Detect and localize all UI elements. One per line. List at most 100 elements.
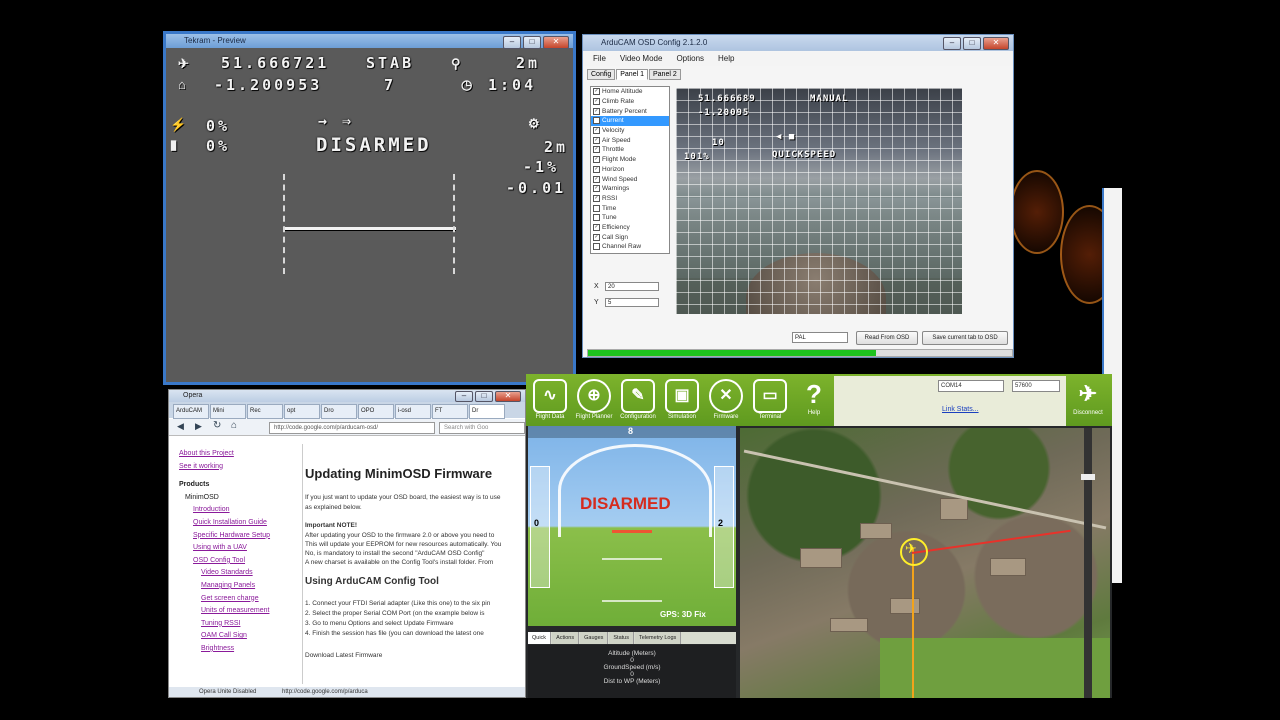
satellite-map[interactable]: ✈ — [740, 428, 1110, 698]
browser-tab-active[interactable]: Dr — [469, 404, 505, 419]
sidebar-link[interactable]: Tuning RSSI — [179, 618, 291, 631]
list-item[interactable]: ✓ Throttle — [591, 145, 669, 155]
config-tool-link[interactable]: OSD Config Tool — [179, 555, 291, 568]
help-button[interactable]: ? Help — [792, 377, 836, 425]
list-item[interactable]: ✓ Call Sign — [591, 232, 669, 242]
sidebar-link[interactable]: See it working — [179, 461, 291, 474]
list-item[interactable]: ✓ Home Altitude — [591, 87, 669, 97]
list-item[interactable]: ✓ Climb Rate — [591, 97, 669, 107]
list-item[interactable]: ✓ Air Speed — [591, 135, 669, 145]
tab-status[interactable]: Status — [609, 632, 634, 644]
checkbox[interactable] — [593, 117, 600, 125]
menu-help[interactable]: Help — [718, 52, 734, 66]
sidebar-link[interactable]: Brightness — [179, 643, 291, 656]
sidebar-link[interactable]: Quick Installation Guide — [179, 517, 291, 530]
sidebar-link[interactable]: Specific Hardware Setup — [179, 530, 291, 543]
browser-tab[interactable]: FT — [432, 404, 468, 419]
address-bar[interactable]: http://code.google.com/p/arducam-osd/ — [269, 422, 435, 434]
browser-tab[interactable]: Mini — [210, 404, 246, 419]
terminal-button[interactable]: ▭ Terminal — [748, 377, 792, 425]
browser-tab[interactable]: i-osd — [395, 404, 431, 419]
y-position-input[interactable]: 5 — [605, 298, 659, 307]
read-from-osd-button[interactable]: Read From OSD — [856, 331, 918, 345]
list-item[interactable]: ✓ Flight Mode — [591, 155, 669, 165]
list-item[interactable]: ✓ Wind Speed — [591, 174, 669, 184]
minimize-button[interactable]: – — [503, 36, 521, 49]
simulation-button[interactable]: ▣ Simulation — [660, 377, 704, 425]
x-position-input[interactable]: 20 — [605, 282, 659, 291]
panel-item-list[interactable]: ✓ Home Altitude ✓ Climb Rate ✓ Battery Perc… — [590, 86, 670, 254]
list-item[interactable]: ✓ Warnings — [591, 184, 669, 194]
checkbox[interactable]: ✓ — [593, 175, 600, 183]
checkbox[interactable]: ✓ — [593, 194, 600, 202]
connect-button[interactable]: ✈ Disconnect — [1066, 377, 1110, 425]
tab-quick[interactable]: Quick — [528, 632, 552, 644]
sidebar-link[interactable]: OAM Call Sign — [179, 630, 291, 643]
sidebar-link[interactable]: About this Project — [179, 448, 291, 461]
close-button[interactable]: ✕ — [983, 37, 1009, 50]
checkbox[interactable] — [593, 243, 600, 251]
tab-panel-1[interactable]: Panel 1 — [616, 69, 648, 80]
osd-layout-preview[interactable]: 51.666689 MANUAL -1.20095 10 101% QUICKS… — [676, 88, 962, 314]
checkbox[interactable]: ✓ — [593, 88, 600, 96]
tab-actions[interactable]: Actions — [552, 632, 580, 644]
flight-planner-button[interactable]: ⊕ Flight Planner — [572, 377, 616, 425]
tab-config[interactable]: Config — [587, 69, 616, 80]
checkbox[interactable]: ✓ — [593, 107, 600, 115]
home-icon[interactable]: ⌂ — [231, 420, 237, 431]
tab-panel-2[interactable]: Panel 2 — [648, 69, 681, 80]
browser-tab[interactable]: Dro — [321, 404, 357, 419]
minimize-button[interactable]: – — [943, 37, 961, 50]
list-item[interactable]: ✓ Horizon — [591, 165, 669, 175]
menu-options[interactable]: Options — [676, 52, 704, 66]
checkbox[interactable]: ✓ — [593, 98, 600, 106]
baud-rate-select[interactable]: 57600 — [1012, 380, 1060, 392]
link-stats-link[interactable]: Link Stats... — [942, 406, 979, 413]
checkbox[interactable]: ✓ — [593, 146, 600, 154]
menu-file[interactable]: File — [593, 52, 606, 66]
sidebar-link[interactable]: Managing Panels — [179, 580, 291, 593]
zoom-handle[interactable] — [1081, 474, 1095, 480]
browser-tab[interactable]: Rec — [247, 404, 283, 419]
checkbox[interactable]: ✓ — [593, 136, 600, 144]
list-item[interactable]: ✓ Efficiency — [591, 223, 669, 233]
opera-browser-window[interactable]: Opera – □ ✕ ArduCAM Mini Rec opt Dro OPO… — [168, 389, 526, 698]
list-item[interactable]: ✓ Battery Percent — [591, 106, 669, 116]
menu-video-mode[interactable]: Video Mode — [620, 52, 663, 66]
checkbox[interactable]: ✓ — [593, 156, 600, 164]
back-icon[interactable]: ◀ — [177, 421, 184, 432]
firmware-button[interactable]: ✕ Firmware — [704, 377, 748, 425]
minimize-button[interactable]: – — [455, 391, 473, 402]
browser-tab[interactable]: ArduCAM — [173, 404, 209, 419]
com-port-select[interactable]: COM14 — [938, 380, 1004, 392]
tab-telemetry-logs[interactable]: Telemetry Logs — [634, 632, 682, 644]
checkbox[interactable]: ✓ — [593, 223, 600, 231]
tab-gauges[interactable]: Gauges — [580, 632, 609, 644]
close-button[interactable]: ✕ — [495, 391, 521, 402]
sidebar-link[interactable]: Using with a UAV — [179, 542, 291, 555]
close-button[interactable]: ✕ — [543, 36, 569, 49]
osd-preview-window[interactable]: Tekram - Preview – □ ✕ ✈ 51.666721 STAB … — [163, 31, 576, 385]
search-input[interactable]: Search with Goo — [439, 422, 525, 434]
browser-tab[interactable]: opt — [284, 404, 320, 419]
list-item[interactable]: ✓ Velocity — [591, 126, 669, 136]
list-item-selected[interactable]: Current — [591, 116, 669, 126]
sidebar-link[interactable]: Units of measurement — [179, 605, 291, 618]
flight-data-button[interactable]: ∿ Flight Data — [528, 377, 572, 425]
forward-icon[interactable]: ▶ — [195, 421, 202, 432]
video-mode-select[interactable]: PAL — [792, 332, 848, 343]
list-item[interactable]: Tune — [591, 213, 669, 223]
checkbox[interactable] — [593, 204, 600, 212]
list-item[interactable]: Channel Raw — [591, 242, 669, 252]
checkbox[interactable]: ✓ — [593, 185, 600, 193]
checkbox[interactable]: ✓ — [593, 127, 600, 135]
save-to-osd-button[interactable]: Save current tab to OSD — [922, 331, 1008, 345]
checkbox[interactable]: ✓ — [593, 233, 600, 241]
maximize-button[interactable]: □ — [475, 391, 493, 402]
checkbox[interactable]: ✓ — [593, 165, 600, 173]
map-zoom-slider[interactable] — [1084, 428, 1092, 698]
reload-icon[interactable]: ↻ — [213, 420, 221, 431]
maximize-button[interactable]: □ — [963, 37, 981, 50]
list-item[interactable]: Time — [591, 203, 669, 213]
checkbox[interactable] — [593, 214, 600, 222]
